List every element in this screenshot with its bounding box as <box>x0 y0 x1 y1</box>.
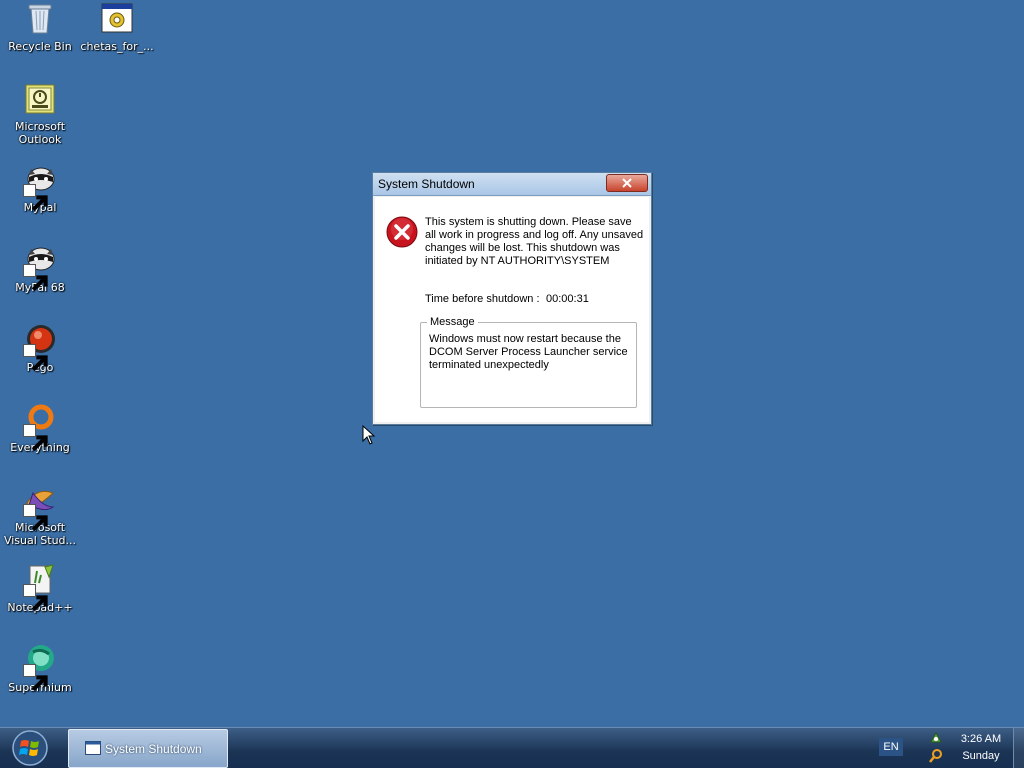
notepad-plus-plus-icon <box>23 563 57 612</box>
desktop-icon-notepad-plus-plus[interactable]: Notepad++ <box>0 563 80 614</box>
desktop-icon-recycle-bin[interactable]: Recycle Bin <box>0 2 80 53</box>
visual-studio-icon <box>23 483 57 532</box>
language-indicator[interactable]: EN <box>879 738 903 756</box>
desktop-icon-label: Microsoft Outlook <box>14 120 66 146</box>
everything-icon <box>23 403 57 452</box>
close-icon <box>622 178 632 188</box>
desktop-icon-pego[interactable]: Pego <box>0 323 80 374</box>
shortcut-arrow-icon <box>23 184 48 212</box>
supermium-icon <box>23 643 57 692</box>
desktop-icon-chetas[interactable]: chetas_for_... <box>77 2 157 53</box>
search-icon[interactable] <box>928 748 944 764</box>
show-desktop-button[interactable] <box>1013 728 1024 768</box>
system-shutdown-dialog: System Shutdown This system is shutting … <box>372 172 652 425</box>
message-group-label: Message <box>427 316 478 328</box>
shortcut-arrow-icon <box>23 264 48 292</box>
windows-logo-icon <box>12 730 48 766</box>
dialog-body: This system is shutting down. Please sav… <box>375 197 649 422</box>
window-icon <box>85 741 101 755</box>
outlook-icon <box>23 82 57 116</box>
error-icon <box>386 216 418 248</box>
desktop-icon-visual-studio[interactable]: Microsoft Visual Stud... <box>0 483 80 547</box>
clock-day: Sunday <box>962 750 1000 762</box>
pego-icon <box>23 323 57 372</box>
recycle-bin-icon <box>23 2 57 36</box>
shortcut-arrow-icon <box>23 344 48 372</box>
mypal-icon <box>23 243 57 292</box>
desktop-icon-label: Recycle Bin <box>8 40 72 53</box>
dialog-title-bar[interactable]: System Shutdown <box>373 173 651 196</box>
desktop-icon-supermium[interactable]: Supermium <box>0 643 80 694</box>
desktop-icon-mypal[interactable]: Mypal <box>0 163 80 214</box>
mypal-icon <box>23 163 57 212</box>
desktop-icon-everything[interactable]: Everything <box>0 403 80 454</box>
shutdown-message: This system is shutting down. Please sav… <box>425 216 644 267</box>
taskbar: System Shutdown EN 3:26 AM Sunday <box>0 727 1024 768</box>
taskbar-clock[interactable]: 3:26 AM Sunday <box>950 731 1012 765</box>
time-before-shutdown-label: Time before shutdown : <box>425 293 540 305</box>
application-icon <box>100 2 134 36</box>
dialog-title: System Shutdown <box>378 177 475 191</box>
desktop-icon-label: chetas_for_... <box>80 40 154 53</box>
clock-time: 3:26 AM <box>960 733 1002 745</box>
message-group: Message Windows must now restart because… <box>420 316 637 408</box>
desktop-icon-outlook[interactable]: Microsoft Outlook <box>0 82 80 146</box>
time-before-shutdown-value: 00:00:31 <box>546 293 589 305</box>
close-button[interactable] <box>606 174 648 192</box>
start-button[interactable] <box>6 728 52 768</box>
shortcut-arrow-icon <box>23 584 48 612</box>
desktop-icon-mypal-68[interactable]: MyPal 68 <box>0 243 80 294</box>
taskbar-button-label: System Shutdown <box>105 742 202 756</box>
taskbar-button-system-shutdown[interactable]: System Shutdown <box>68 729 228 768</box>
mouse-cursor-icon <box>362 425 376 445</box>
message-group-text: Windows must now restart because the DCO… <box>429 333 628 371</box>
shortcut-arrow-icon <box>23 664 48 692</box>
shortcut-arrow-icon <box>23 424 48 452</box>
shortcut-arrow-icon <box>23 504 48 532</box>
network-icon[interactable] <box>928 730 944 746</box>
